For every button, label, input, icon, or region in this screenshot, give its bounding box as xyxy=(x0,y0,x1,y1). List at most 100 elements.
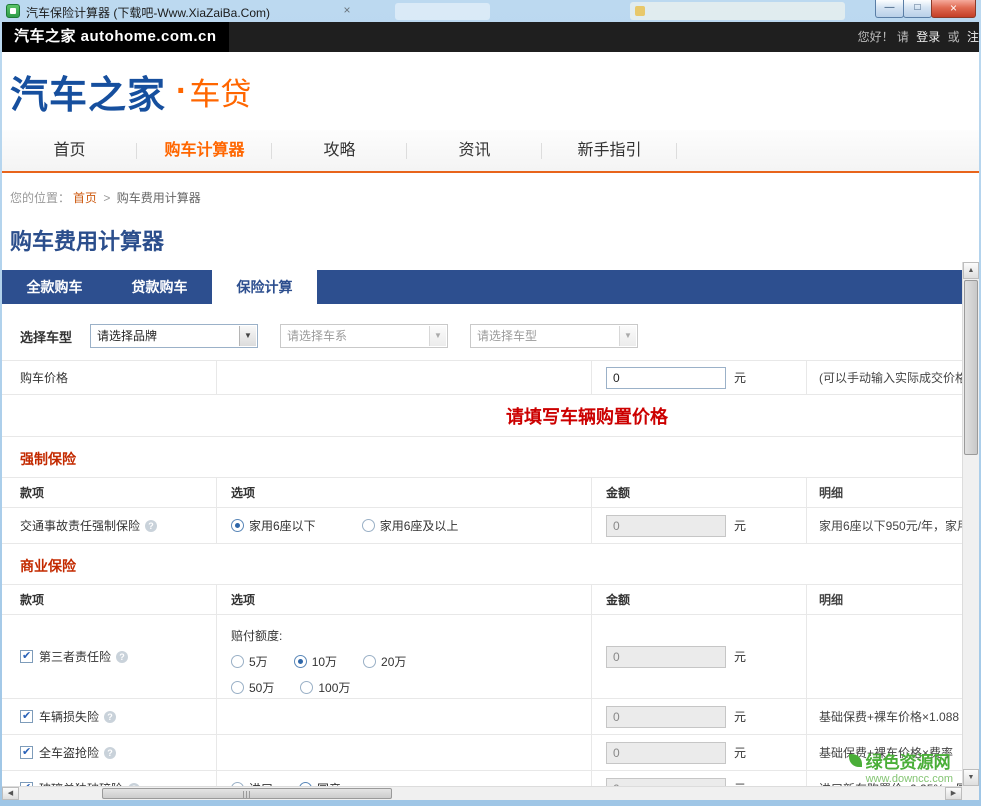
option-label: 家用6座及以上 xyxy=(380,517,459,534)
breadcrumb-current: 购车费用计算器 xyxy=(117,191,201,205)
breadcrumb-home-link[interactable]: 首页 xyxy=(73,191,97,205)
vehicle-select-row: 选择车型 请选择品牌 ▼ 请选择车系 ▼ 请选择车型 ▼ xyxy=(2,304,979,360)
minimize-button[interactable]: — xyxy=(875,0,904,18)
option-50w[interactable]: 50万 xyxy=(231,679,274,696)
breadcrumb-prefix: 您的位置： xyxy=(10,191,70,205)
dropdown-arrow-icon: ▼ xyxy=(619,326,636,346)
option-family-over6[interactable]: 家用6座及以上 xyxy=(362,517,459,534)
table-header-row: 款项 选项 金额 明细 xyxy=(2,478,962,508)
radio-checked-icon[interactable] xyxy=(231,519,244,532)
brand-select[interactable]: 请选择品牌 ▼ xyxy=(90,324,258,348)
option-20w[interactable]: 20万 xyxy=(363,653,406,670)
price-row: 购车价格 元 (可以手动输入实际成交价格 xyxy=(2,361,962,395)
tab-loan[interactable]: 贷款购车 xyxy=(107,270,212,304)
info-icon[interactable] xyxy=(116,651,128,663)
vehicle-damage-amount-input[interactable] xyxy=(606,706,726,728)
nav-item-home[interactable]: 首页 xyxy=(2,130,137,171)
close-button[interactable]: × xyxy=(931,0,976,18)
watermark-url: www.downcc.com xyxy=(866,773,953,785)
price-amount-cell: 元 xyxy=(592,361,807,394)
option-label: 50万 xyxy=(249,679,274,696)
scroll-right-icon[interactable]: ▶ xyxy=(945,787,962,800)
radio-icon[interactable] xyxy=(231,681,244,694)
site-topbar: 汽车之家 autohome.com.cn 您好！ 请 登录 或 注册 xyxy=(2,22,979,52)
radio-icon[interactable] xyxy=(363,655,376,668)
radio-icon[interactable] xyxy=(300,681,313,694)
greeting-text: 您好！ 请 xyxy=(858,30,909,44)
user-links: 您好！ 请 登录 或 注册 xyxy=(854,22,979,52)
option-10w[interactable]: 10万 xyxy=(294,653,337,670)
horizontal-scroll-thumb[interactable] xyxy=(102,788,392,799)
checkbox-checked-icon[interactable] xyxy=(20,746,33,759)
compulsory-name-cell: 交通事故责任强制保险 xyxy=(2,508,217,543)
radio-checked-icon[interactable] xyxy=(294,655,307,668)
dropdown-arrow-icon[interactable]: ▼ xyxy=(239,326,256,346)
commercial-table: 款项 选项 金额 明细 第三者责任险 赔付额度: 5万 xyxy=(2,584,962,800)
register-link[interactable]: 注册 xyxy=(967,30,979,44)
titlebar[interactable]: 汽车保险计算器 (下载吧-Www.XiaZaiBa.Com) — □ × xyxy=(0,0,981,22)
nav-item-news[interactable]: 资讯 xyxy=(407,130,542,171)
info-icon[interactable] xyxy=(145,520,157,532)
compulsory-amount-input[interactable] xyxy=(606,515,726,537)
checkbox-checked-icon[interactable] xyxy=(20,710,33,723)
autohome-logo[interactable]: 汽车之家 autohome.com.cn xyxy=(2,22,229,52)
background-window-fragment xyxy=(630,2,845,20)
third-party-amount-cell: 元 xyxy=(592,615,807,698)
vehicle-damage-row: 车辆损失险 元 基础保费+裸车价格×1.088 xyxy=(2,699,962,735)
model-select-value: 请选择车型 xyxy=(477,329,537,343)
maximize-button[interactable]: □ xyxy=(903,0,932,18)
scroll-up-icon[interactable]: ▲ xyxy=(963,262,979,279)
login-link[interactable]: 登录 xyxy=(916,30,940,44)
nav-item-calculator[interactable]: 购车计算器 xyxy=(137,130,272,171)
price-input[interactable] xyxy=(606,367,726,389)
amount-unit: 元 xyxy=(734,517,746,534)
notice-row: 请填写车辆购置价格 xyxy=(2,395,962,437)
scroll-down-icon[interactable]: ▼ xyxy=(963,769,979,786)
brand-logo[interactable]: 汽车之家 xyxy=(10,64,166,119)
header-option: 选项 xyxy=(217,585,592,614)
price-notice-text: 请填写车辆购置价格 xyxy=(506,403,668,429)
series-select[interactable]: 请选择车系 ▼ xyxy=(280,324,448,348)
brand-product-label: 车贷 xyxy=(189,69,251,114)
tab-full-payment[interactable]: 全款购车 xyxy=(2,270,107,304)
horizontal-scrollbar[interactable]: ◀ ▶ xyxy=(2,786,962,800)
amount-unit: 元 xyxy=(734,648,746,665)
nav-item-strategy[interactable]: 攻略 xyxy=(272,130,407,171)
theft-name-cell: 全车盗抢险 xyxy=(2,735,217,770)
model-select[interactable]: 请选择车型 ▼ xyxy=(470,324,638,348)
radio-icon[interactable] xyxy=(231,655,244,668)
option-5w[interactable]: 5万 xyxy=(231,653,268,670)
third-party-amount-input[interactable] xyxy=(606,646,726,668)
third-party-row: 第三者责任险 赔付额度: 5万 10万 xyxy=(2,615,962,699)
compulsory-options-cell: 家用6座以下 家用6座及以上 xyxy=(217,508,592,543)
theft-amount-cell: 元 xyxy=(592,735,807,770)
vehicle-damage-options-cell xyxy=(217,699,592,734)
header-amount: 金额 xyxy=(592,585,807,614)
header-option: 选项 xyxy=(217,478,592,507)
main-nav: 首页 购车计算器 攻略 资讯 新手指引 xyxy=(2,130,979,173)
theft-amount-input[interactable] xyxy=(606,742,726,764)
info-icon[interactable] xyxy=(104,747,116,759)
option-label: 5万 xyxy=(249,653,268,670)
tab-insurance[interactable]: 保险计算 xyxy=(212,270,317,304)
vertical-scroll-thumb[interactable] xyxy=(964,280,978,455)
price-label: 购车价格 xyxy=(2,361,217,394)
coverage-label: 赔付额度: xyxy=(231,627,591,644)
theft-options-cell xyxy=(217,735,592,770)
header-detail: 明细 xyxy=(807,478,962,507)
nav-item-guide[interactable]: 新手指引 xyxy=(542,130,677,171)
amount-unit: 元 xyxy=(734,744,746,761)
option-100w[interactable]: 100万 xyxy=(300,679,350,696)
option-label: 100万 xyxy=(318,679,350,696)
scroll-left-icon[interactable]: ◀ xyxy=(2,787,19,800)
option-family-under6[interactable]: 家用6座以下 xyxy=(231,517,316,534)
option-label: 家用6座以下 xyxy=(249,517,316,534)
checkbox-checked-icon[interactable] xyxy=(20,650,33,663)
third-party-name: 第三者责任险 xyxy=(39,648,111,665)
vehicle-damage-name: 车辆损失险 xyxy=(39,708,99,725)
radio-icon[interactable] xyxy=(362,519,375,532)
compulsory-section-title: 强制保险 xyxy=(20,449,979,469)
vertical-scrollbar[interactable]: ▲ ▼ xyxy=(962,262,979,786)
option-label: 10万 xyxy=(312,653,337,670)
info-icon[interactable] xyxy=(104,711,116,723)
